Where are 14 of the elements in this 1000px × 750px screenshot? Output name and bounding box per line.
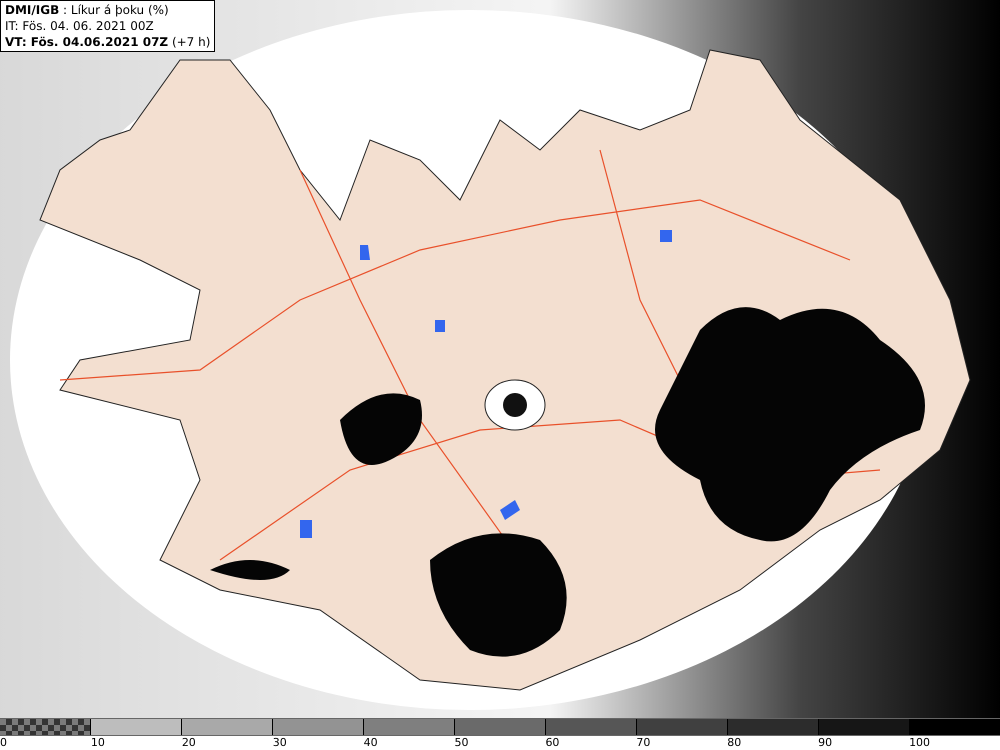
legend-label: 80	[727, 736, 742, 749]
valid-time: VT: Fös. 04.06.2021 07Z (+7 h)	[5, 34, 210, 50]
legend-label: 50	[454, 736, 469, 749]
legend-label: 70	[636, 736, 650, 749]
legend-label: 0	[0, 736, 7, 749]
legend-label: 40	[364, 736, 378, 749]
legend-label: 20	[182, 736, 196, 749]
legend-label: 10	[90, 736, 105, 749]
issue-time: IT: Fös. 04. 06. 2021 00Z	[5, 18, 155, 34]
map-title: DMI/IGB : Líkur á þoku (%)	[5, 2, 170, 18]
legend-label: 60	[545, 736, 560, 749]
legend-label: 90	[818, 736, 832, 749]
legend-label: 100	[909, 736, 930, 749]
legend-label: 30	[272, 736, 287, 749]
